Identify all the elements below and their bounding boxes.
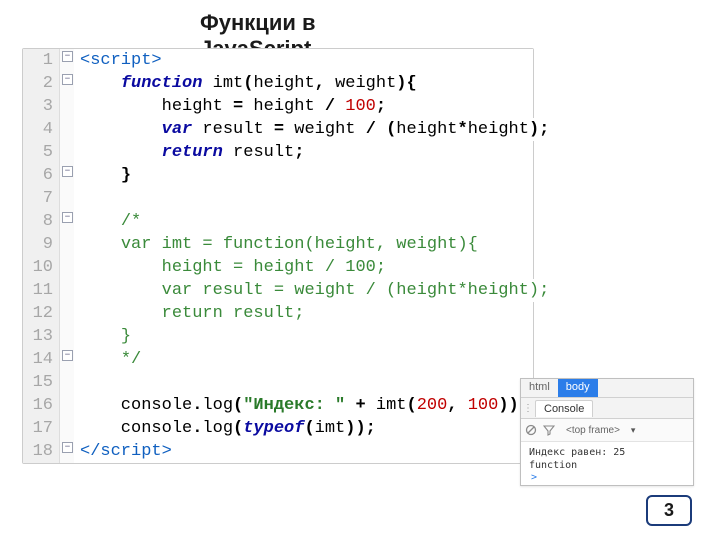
code-line[interactable]: 15: [23, 371, 533, 394]
code-content[interactable]: /*: [74, 210, 533, 233]
breadcrumb-html[interactable]: html: [521, 379, 558, 397]
line-number: 18: [23, 440, 60, 463]
fold-gutter[interactable]: [60, 118, 74, 141]
code-content[interactable]: <script>: [74, 49, 533, 72]
code-line[interactable]: 7: [23, 187, 533, 210]
console-output: Индекс равен: 25 function >: [521, 442, 693, 485]
devtools-panel: html body ⋮ Console <top frame> ▾ Индекс…: [520, 378, 694, 486]
code-line[interactable]: 11 var result = weight / (height*height)…: [23, 279, 533, 302]
drag-handle-icon[interactable]: ⋮: [521, 403, 533, 414]
fold-gutter[interactable]: [60, 417, 74, 440]
code-line[interactable]: 6− }: [23, 164, 533, 187]
title-line1: Функции в: [200, 10, 316, 35]
line-number: 2: [23, 72, 60, 95]
code-content[interactable]: var result = weight / (height*height);: [74, 118, 549, 141]
fold-gutter[interactable]: [60, 141, 74, 164]
fold-gutter[interactable]: [60, 371, 74, 394]
fold-toggle-icon[interactable]: −: [62, 166, 73, 177]
line-number: 14: [23, 348, 60, 371]
line-number: 3: [23, 95, 60, 118]
slide-number: 3: [646, 495, 692, 526]
code-line[interactable]: 12 return result;: [23, 302, 533, 325]
code-content[interactable]: [74, 187, 533, 210]
line-number: 6: [23, 164, 60, 187]
fold-toggle-icon[interactable]: −: [62, 74, 73, 85]
fold-gutter[interactable]: −: [60, 72, 74, 95]
code-content[interactable]: </script>: [74, 440, 533, 463]
code-content[interactable]: var imt = function(height, weight){: [74, 233, 533, 256]
code-content[interactable]: return result;: [74, 141, 533, 164]
filter-icon[interactable]: [543, 424, 555, 436]
fold-toggle-icon[interactable]: −: [62, 51, 73, 62]
code-content[interactable]: console.log("Индекс: " + imt(200, 100));: [74, 394, 533, 417]
code-content[interactable]: function imt(height, weight){: [74, 72, 533, 95]
fold-gutter[interactable]: [60, 394, 74, 417]
line-number: 11: [23, 279, 60, 302]
fold-gutter[interactable]: [60, 233, 74, 256]
code-line[interactable]: 16 console.log("Индекс: " + imt(200, 100…: [23, 394, 533, 417]
line-number: 15: [23, 371, 60, 394]
line-number: 5: [23, 141, 60, 164]
fold-toggle-icon[interactable]: −: [62, 212, 73, 223]
code-content[interactable]: */: [74, 348, 533, 371]
line-number: 8: [23, 210, 60, 233]
code-content[interactable]: height = height / 100;: [74, 95, 533, 118]
code-content[interactable]: console.log(typeof(imt));: [74, 417, 533, 440]
fold-gutter[interactable]: [60, 187, 74, 210]
code-line[interactable]: 10 height = height / 100;: [23, 256, 533, 279]
fold-gutter[interactable]: −: [60, 440, 74, 463]
code-content[interactable]: }: [74, 325, 533, 348]
code-content[interactable]: }: [74, 164, 533, 187]
chevron-down-icon[interactable]: ▾: [631, 425, 636, 436]
code-content[interactable]: [74, 371, 533, 394]
code-line[interactable]: 2− function imt(height, weight){: [23, 72, 533, 95]
devtools-toolbar: <top frame> ▾: [521, 419, 693, 442]
fold-gutter[interactable]: −: [60, 210, 74, 233]
console-line: function: [529, 459, 687, 472]
line-number: 4: [23, 118, 60, 141]
tab-console[interactable]: Console: [535, 400, 593, 417]
code-content[interactable]: height = height / 100;: [74, 256, 533, 279]
breadcrumb-body[interactable]: body: [558, 379, 598, 397]
fold-gutter[interactable]: [60, 325, 74, 348]
code-line[interactable]: 9 var imt = function(height, weight){: [23, 233, 533, 256]
code-line[interactable]: 4 var result = weight / (height*height);: [23, 118, 533, 141]
line-number: 7: [23, 187, 60, 210]
code-editor[interactable]: 1−<script>2− function imt(height, weight…: [22, 48, 534, 464]
code-line[interactable]: 3 height = height / 100;: [23, 95, 533, 118]
line-number: 16: [23, 394, 60, 417]
clear-console-icon[interactable]: [525, 424, 537, 436]
fold-gutter[interactable]: [60, 95, 74, 118]
code-content[interactable]: return result;: [74, 302, 533, 325]
code-line[interactable]: 18−</script>: [23, 440, 533, 463]
fold-toggle-icon[interactable]: −: [62, 350, 73, 361]
fold-gutter[interactable]: [60, 279, 74, 302]
fold-gutter[interactable]: −: [60, 164, 74, 187]
line-number: 17: [23, 417, 60, 440]
line-number: 10: [23, 256, 60, 279]
devtools-breadcrumb: html body: [521, 379, 693, 398]
fold-gutter[interactable]: [60, 302, 74, 325]
code-line[interactable]: 13 }: [23, 325, 533, 348]
devtools-tabbar: ⋮ Console: [521, 398, 693, 419]
line-number: 13: [23, 325, 60, 348]
code-line[interactable]: 1−<script>: [23, 49, 533, 72]
line-number: 12: [23, 302, 60, 325]
code-line[interactable]: 14− */: [23, 348, 533, 371]
fold-toggle-icon[interactable]: −: [62, 442, 73, 453]
code-line[interactable]: 8− /*: [23, 210, 533, 233]
line-number: 1: [23, 49, 60, 72]
fold-gutter[interactable]: −: [60, 348, 74, 371]
frame-selector[interactable]: <top frame>: [561, 423, 625, 438]
fold-gutter[interactable]: −: [60, 49, 74, 72]
console-prompt[interactable]: >: [529, 472, 687, 483]
code-line[interactable]: 5 return result;: [23, 141, 533, 164]
code-line[interactable]: 17 console.log(typeof(imt));: [23, 417, 533, 440]
line-number: 9: [23, 233, 60, 256]
code-content[interactable]: var result = weight / (height*height);: [74, 279, 549, 302]
fold-gutter[interactable]: [60, 256, 74, 279]
console-line: Индекс равен: 25: [529, 446, 687, 459]
